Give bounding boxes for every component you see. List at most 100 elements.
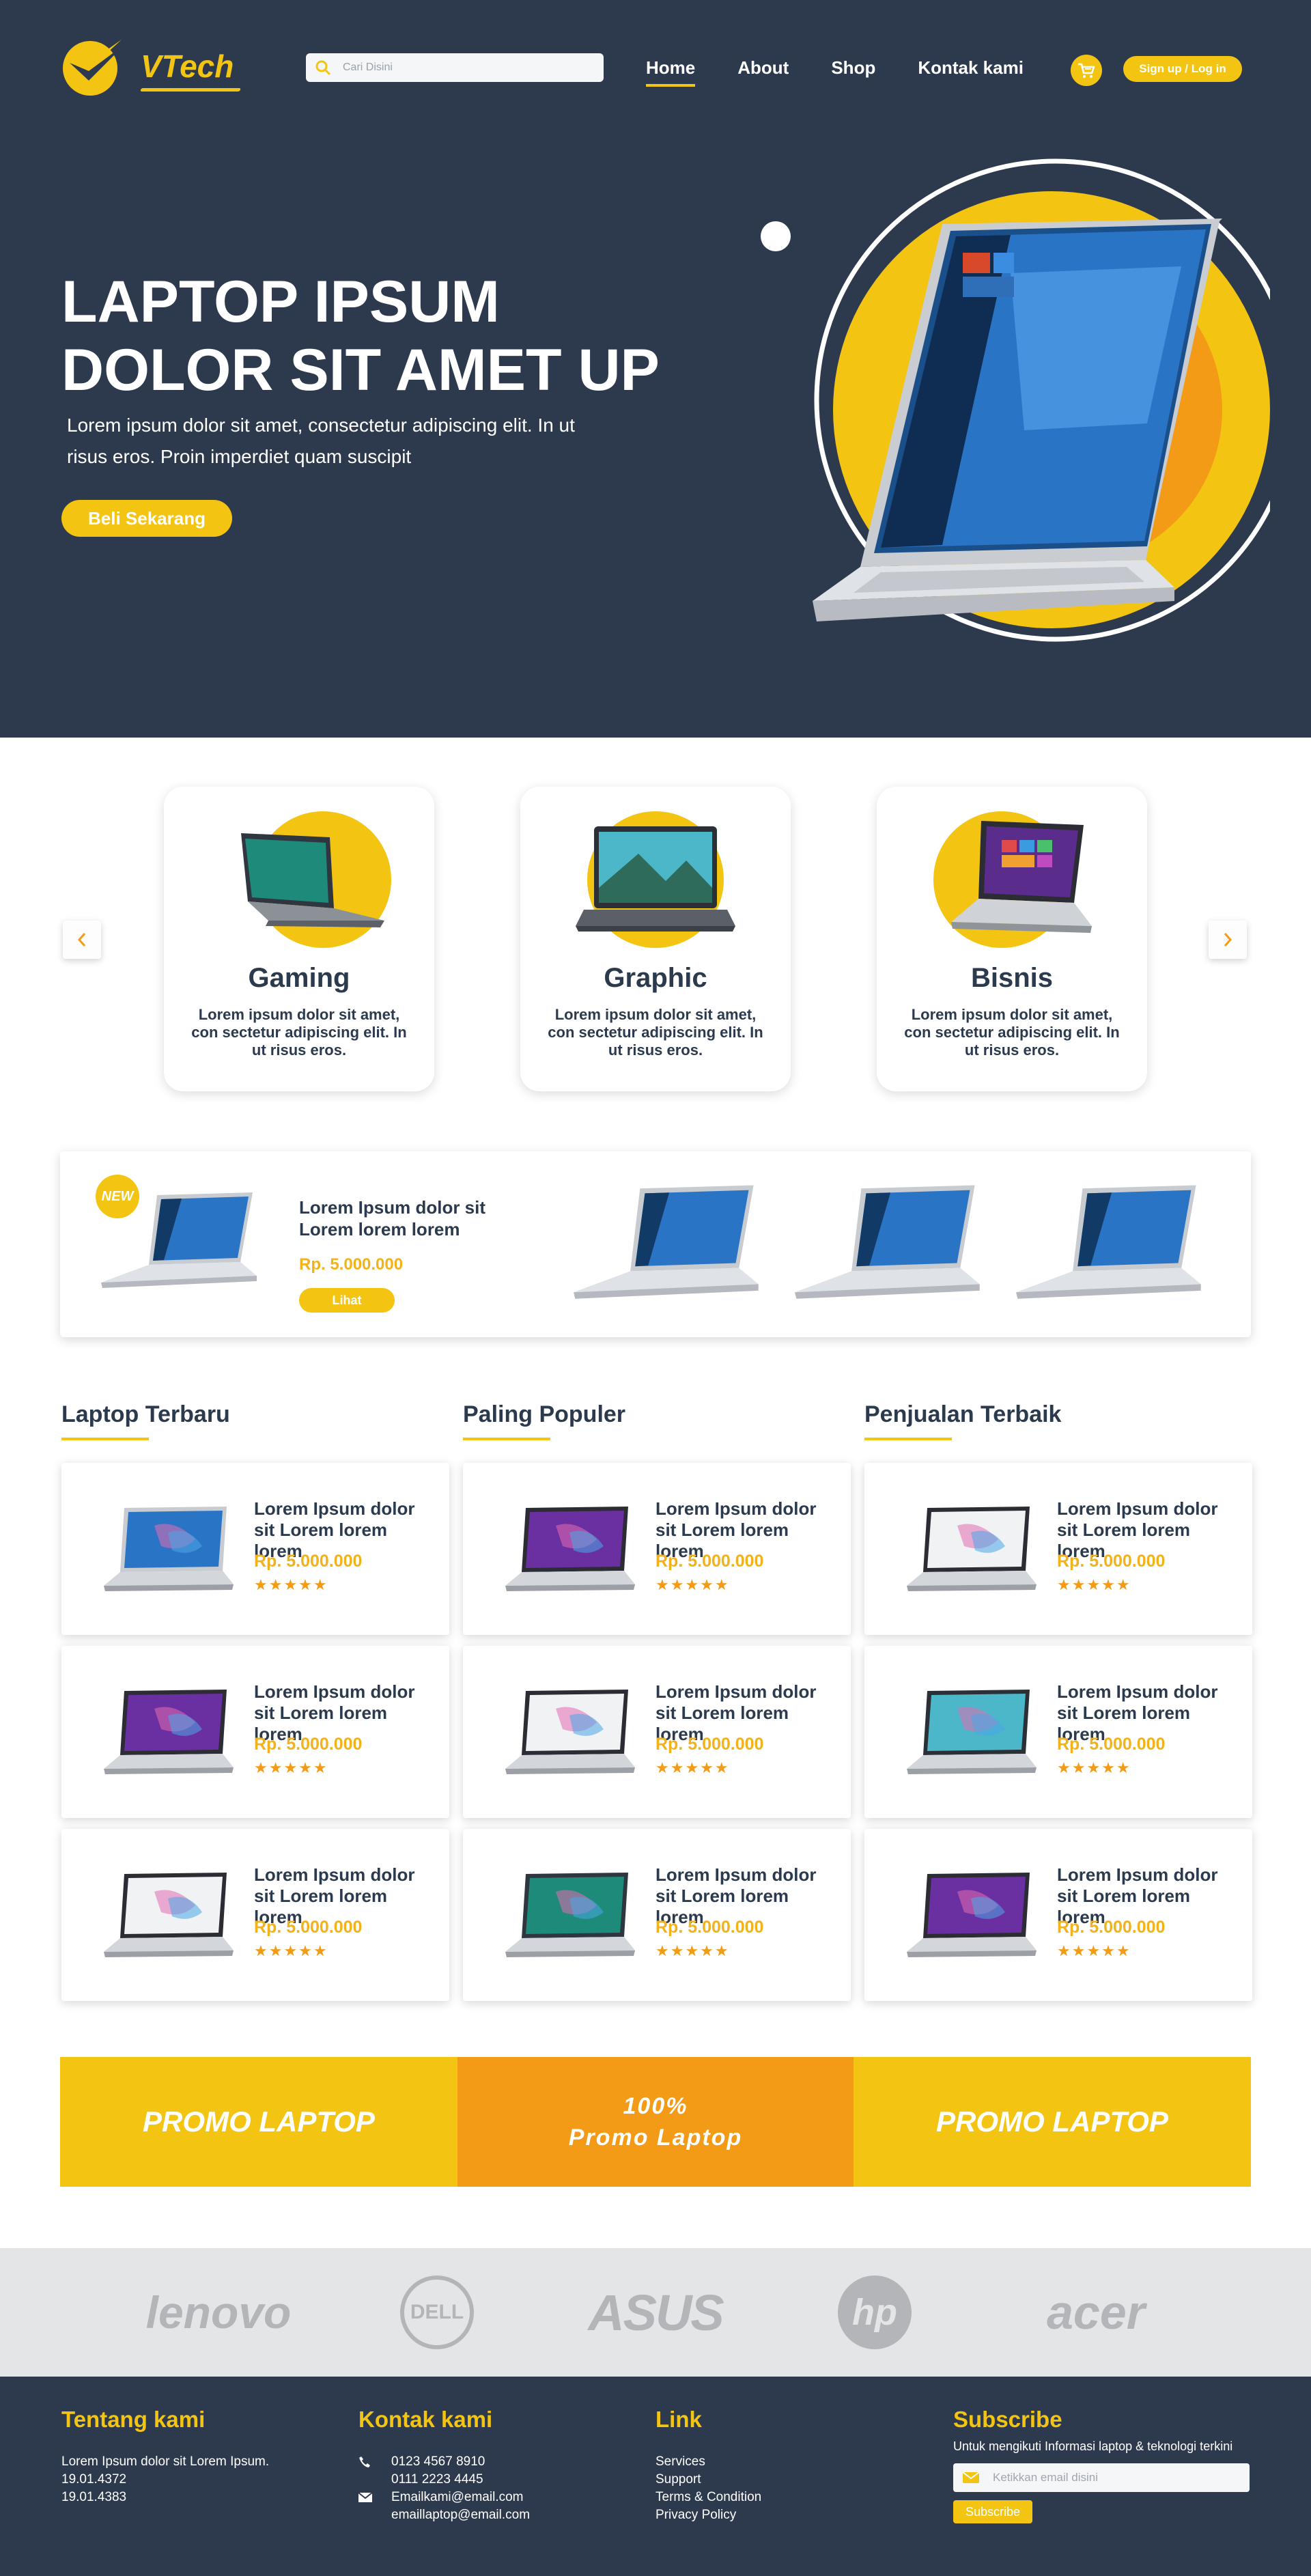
footer-link-services[interactable]: Services <box>656 2453 761 2471</box>
product-card[interactable]: Lorem Ipsum dolor sit Lorem lorem lorem R… <box>61 1463 449 1635</box>
star-rating: ★★★★★ <box>1057 1759 1131 1776</box>
promo-center[interactable]: 100% Promo Laptop <box>457 2057 854 2187</box>
star-rating: ★★★★★ <box>656 1759 730 1776</box>
product-card[interactable]: Lorem Ipsum dolor sit Lorem lorem lorem R… <box>61 1646 449 1818</box>
product-card[interactable]: Lorem Ipsum dolor sit Lorem lorem lorem R… <box>463 1646 851 1818</box>
cart-button[interactable] <box>1071 55 1102 86</box>
product-price: Rp. 5.000.000 <box>254 1735 363 1754</box>
subscribe-email-input[interactable] <box>993 2471 1239 2484</box>
footer-link-support[interactable]: Support <box>656 2471 761 2489</box>
subscribe-field[interactable] <box>953 2463 1250 2492</box>
main-nav: Home About Shop Kontak kami <box>646 57 1066 87</box>
product-card[interactable]: Lorem Ipsum dolor sit Lorem lorem lorem R… <box>61 1829 449 2001</box>
category-title: Gaming <box>248 963 350 993</box>
footer-about-line: Lorem Ipsum dolor sit Lorem Ipsum. <box>61 2454 270 2469</box>
category-card-graphic[interactable]: Graphic Lorem ipsum dolor sit amet, con … <box>520 787 791 1091</box>
product-card[interactable]: Lorem Ipsum dolor sit Lorem lorem lorem R… <box>864 1646 1252 1818</box>
featured-laptop-image <box>101 1192 257 1288</box>
category-next-button[interactable] <box>1209 921 1247 959</box>
brand-lenovo[interactable]: lenovo <box>116 2248 321 2377</box>
hero-title-line1: LAPTOP IPSUM <box>61 269 500 335</box>
search-bar[interactable] <box>306 53 604 82</box>
laptop-thumbnail[interactable] <box>1008 1179 1206 1308</box>
laptop-image <box>104 1873 234 1957</box>
star-rating: ★★★★★ <box>656 1942 730 1959</box>
category-card-gaming[interactable]: Gaming Lorem ipsum dolor sit amet, con s… <box>164 787 434 1091</box>
phone-number[interactable]: 0123 4567 8910 <box>391 2453 485 2471</box>
hero-title: LAPTOP IPSUM DOLOR SIT AMET UP <box>61 268 676 404</box>
promo-center-line2: Promo Laptop <box>568 2125 743 2151</box>
hero-laptop-illustration <box>761 158 1270 642</box>
laptop-thumbnail[interactable] <box>565 1179 763 1308</box>
featured-price: Rp. 5.000.000 <box>299 1255 404 1274</box>
brand-hp-label: hp <box>838 2276 912 2349</box>
product-card[interactable]: Lorem Ipsum dolor sit Lorem lorem lorem R… <box>864 1463 1252 1635</box>
brand-dell[interactable]: DELL <box>396 2248 478 2377</box>
view-button[interactable]: Lihat <box>299 1288 395 1313</box>
footer-about-line: 19.01.4383 <box>61 2490 127 2504</box>
product-card[interactable]: Lorem Ipsum dolor sit Lorem lorem lorem R… <box>864 1829 1252 2001</box>
footer-about: Tentang kami Lorem Ipsum dolor sit Lorem… <box>61 2407 269 2506</box>
brand-hp[interactable]: hp <box>837 2248 912 2377</box>
phone-icon <box>359 2456 370 2467</box>
laptop-image <box>104 1507 234 1591</box>
footer-contact-title: Kontak kami <box>358 2407 493 2432</box>
logo[interactable]: VTech <box>61 36 234 97</box>
promo-left[interactable]: PROMO LAPTOP <box>60 2057 457 2187</box>
footer-link-terms[interactable]: Terms & Condition <box>656 2489 761 2506</box>
search-input[interactable] <box>343 61 575 74</box>
laptop-image <box>505 1690 635 1774</box>
laptop-image <box>907 1690 1037 1774</box>
footer-contact: Kontak kami 0123 4567 8910 0111 2223 4445… <box>358 2407 530 2524</box>
footer-subscribe-title: Subscribe <box>953 2407 1062 2432</box>
product-price: Rp. 5.000.000 <box>254 1918 363 1937</box>
footer-about-title: Tentang kami <box>61 2407 206 2432</box>
hero-description: Lorem ipsum dolor sit amet, consectetur … <box>67 415 575 467</box>
new-products-strip: NEW Lorem Ipsum dolor sit Lorem lorem lo… <box>60 1151 1251 1337</box>
chevron-left-icon <box>77 933 86 947</box>
laptop-image <box>907 1873 1037 1957</box>
laptop-thumbnail[interactable] <box>787 1179 985 1308</box>
subscribe-button[interactable]: Subscribe <box>953 2500 1032 2523</box>
category-desc: Lorem ipsum dolor sit amet, con sectetur… <box>904 1006 1120 1059</box>
promo-banner[interactable]: PROMO LAPTOP 100% Promo Laptop PROMO LAPT… <box>60 2057 1251 2187</box>
cart-icon <box>1078 63 1095 78</box>
star-rating: ★★★★★ <box>254 1576 328 1593</box>
list-title-terbaru: Laptop Terbaru <box>61 1401 230 1440</box>
product-card[interactable]: Lorem Ipsum dolor sit Lorem lorem lorem R… <box>463 1463 851 1635</box>
brand-name: VTech <box>141 48 234 84</box>
product-card[interactable]: Lorem Ipsum dolor sit Lorem lorem lorem R… <box>463 1829 851 2001</box>
email-address[interactable]: emaillaptop@email.com <box>391 2506 530 2524</box>
hero-section: VTech Home About Shop Kontak kami Sign u… <box>0 0 1311 738</box>
brand-asus[interactable]: ASUS <box>567 2248 744 2377</box>
product-price: Rp. 5.000.000 <box>656 1552 764 1571</box>
laptop-image <box>505 1507 635 1591</box>
category-card-bisnis[interactable]: Bisnis Lorem ipsum dolor sit amet, con s… <box>877 787 1147 1091</box>
product-price: Rp. 5.000.000 <box>1057 1918 1166 1937</box>
search-icon <box>315 60 330 75</box>
buy-now-button[interactable]: Beli Sekarang <box>61 500 232 537</box>
footer-link-privacy[interactable]: Privacy Policy <box>656 2506 761 2524</box>
category-prev-button[interactable] <box>63 921 101 959</box>
promo-center-line1: 100% <box>623 2093 688 2119</box>
signin-button[interactable]: Sign up / Log in <box>1123 56 1242 82</box>
phone-number[interactable]: 0111 2223 4445 <box>391 2471 485 2489</box>
mail-icon <box>358 2493 372 2502</box>
footer: Tentang kami Lorem Ipsum dolor sit Lorem… <box>0 2377 1311 2576</box>
brand-acer[interactable]: acer <box>1024 2248 1168 2377</box>
nav-about[interactable]: About <box>737 57 789 84</box>
product-price: Rp. 5.000.000 <box>656 1735 764 1754</box>
nav-home[interactable]: Home <box>646 57 696 87</box>
promo-right[interactable]: PROMO LAPTOP <box>854 2057 1251 2187</box>
nav-kontak[interactable]: Kontak kami <box>918 57 1024 84</box>
footer-links: Link Services Support Terms & Condition … <box>656 2407 761 2524</box>
subscribe-description: Untuk mengikuti Informasi laptop & tekno… <box>953 2439 1233 2453</box>
nav-shop[interactable]: Shop <box>831 57 875 84</box>
laptop-image <box>104 1690 234 1774</box>
laptop-image <box>576 811 735 948</box>
laptop-image <box>241 811 391 948</box>
laptop-image <box>907 1507 1037 1591</box>
mail-icon <box>963 2472 979 2483</box>
brand-logos-bar: lenovo DELL ASUS hp acer <box>0 2248 1311 2377</box>
email-address[interactable]: Emailkami@email.com <box>391 2489 530 2506</box>
